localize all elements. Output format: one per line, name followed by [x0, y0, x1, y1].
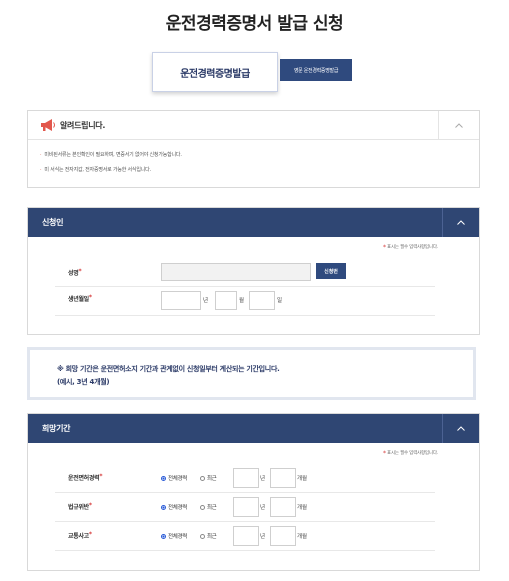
period-row-label: 법규위반*	[68, 502, 92, 511]
year-unit: 년	[203, 298, 209, 304]
years-input[interactable]	[233, 468, 259, 488]
birth-month-input[interactable]	[215, 291, 237, 310]
page-title: 운전경력증명서 발급 신청	[165, 14, 344, 34]
month-unit: 개월	[297, 476, 308, 482]
notice-panel: 알려드립니다. · 미비된서류는 본인확인이 필요하며, 면증서기 없어야 신청가…	[27, 110, 480, 188]
radio-all-label: 전체경력	[168, 476, 188, 482]
period-collapse-button[interactable]	[442, 414, 479, 443]
megaphone-icon	[41, 119, 55, 131]
years-input[interactable]	[233, 526, 259, 546]
period-info-box: ※ 희망 기간은 운전면허소지 기간과 관계없이 신청일부터 계산되는 기간입니…	[27, 347, 476, 400]
tab-english-driving-record-issue[interactable]: 영문 운전경력증명발급	[280, 59, 352, 81]
radio-recent-period[interactable]	[200, 505, 205, 510]
chevron-up-icon	[457, 220, 465, 225]
period-row-violation: 법규위반* 전체경력 최근 년 개월	[55, 493, 435, 522]
months-input[interactable]	[270, 497, 296, 517]
certify-button[interactable]: 신청번	[316, 263, 346, 279]
period-section: 희망기간 * 표시는 필수 입력사항입니다. 운전면허경력* 전체경력 최근 년…	[27, 413, 480, 571]
day-unit: 일	[277, 298, 283, 304]
period-section-title: 희망기간	[42, 424, 71, 433]
month-unit: 개월	[297, 505, 308, 511]
radio-recent-label: 최근	[207, 505, 217, 511]
radio-all-period[interactable]	[161, 476, 166, 481]
info-text: ※ 희망 기간은 운전면허소지 기간과 관계없이 신청일부터 계산되는 기간입니…	[57, 365, 280, 373]
applicant-section-header: 신청인	[28, 208, 479, 237]
applicant-collapse-button[interactable]	[442, 208, 479, 237]
year-unit: 년	[260, 505, 266, 511]
period-section-header: 희망기간	[28, 414, 479, 443]
radio-recent-period[interactable]	[200, 534, 205, 539]
name-input[interactable]	[161, 263, 311, 281]
birth-year-input[interactable]	[161, 291, 201, 310]
notice-header: 알려드립니다.	[28, 111, 479, 140]
radio-all-period[interactable]	[161, 534, 166, 539]
radio-all-label: 전체경력	[168, 534, 188, 540]
info-example: (예시, 3년 4개월)	[57, 378, 110, 386]
name-row: 성명* 신청번	[55, 258, 435, 287]
period-row-label: 교통사고*	[68, 531, 92, 540]
required-note: * 표시는 필수 입력사항입니다.	[382, 450, 438, 457]
notice-item: · 미 서식는 전자지갑, 전자증명서로 가능한 서식입니다.	[40, 167, 151, 173]
notice-item: · 미비된서류는 본인확인이 필요하며, 면증서기 없어야 신청가능합니다.	[40, 152, 182, 158]
notice-collapse-button[interactable]	[438, 111, 479, 139]
tab-driving-record-issue[interactable]: 운전경력증명발급	[152, 52, 278, 92]
period-row-label: 운전면허경력*	[68, 473, 103, 482]
year-unit: 년	[260, 476, 266, 482]
required-note: * 표시는 필수 입력사항입니다.	[382, 244, 438, 251]
months-input[interactable]	[270, 468, 296, 488]
radio-all-period[interactable]	[161, 505, 166, 510]
months-input[interactable]	[270, 526, 296, 546]
period-row-accident: 교통사고* 전체경력 최근 년 개월	[55, 522, 435, 551]
applicant-section: 신청인 * 표시는 필수 입력사항입니다. 성명* 신청번 생년월일* 년 월 …	[27, 207, 480, 335]
period-row-driving: 운전면허경력* 전체경력 최근 년 개월	[55, 464, 435, 493]
month-unit: 월	[239, 298, 245, 304]
radio-recent-label: 최근	[207, 476, 217, 482]
month-unit: 개월	[297, 534, 308, 540]
birth-day-input[interactable]	[249, 291, 275, 310]
birth-row: 생년월일* 년 월 일	[55, 287, 435, 316]
radio-all-label: 전체경력	[168, 505, 188, 511]
notice-title: 알려드립니다.	[60, 120, 106, 130]
birth-label: 생년월일*	[68, 294, 92, 303]
radio-recent-period[interactable]	[200, 476, 205, 481]
applicant-section-title: 신청인	[42, 218, 64, 227]
notice-list: · 미비된서류는 본인확인이 필요하며, 면증서기 없어야 신청가능합니다. · 미…	[28, 148, 479, 178]
radio-recent-label: 최근	[207, 534, 217, 540]
chevron-up-icon	[457, 426, 465, 431]
chevron-up-icon	[455, 122, 463, 128]
years-input[interactable]	[233, 497, 259, 517]
year-unit: 년	[260, 534, 266, 540]
name-label: 성명*	[68, 268, 82, 277]
